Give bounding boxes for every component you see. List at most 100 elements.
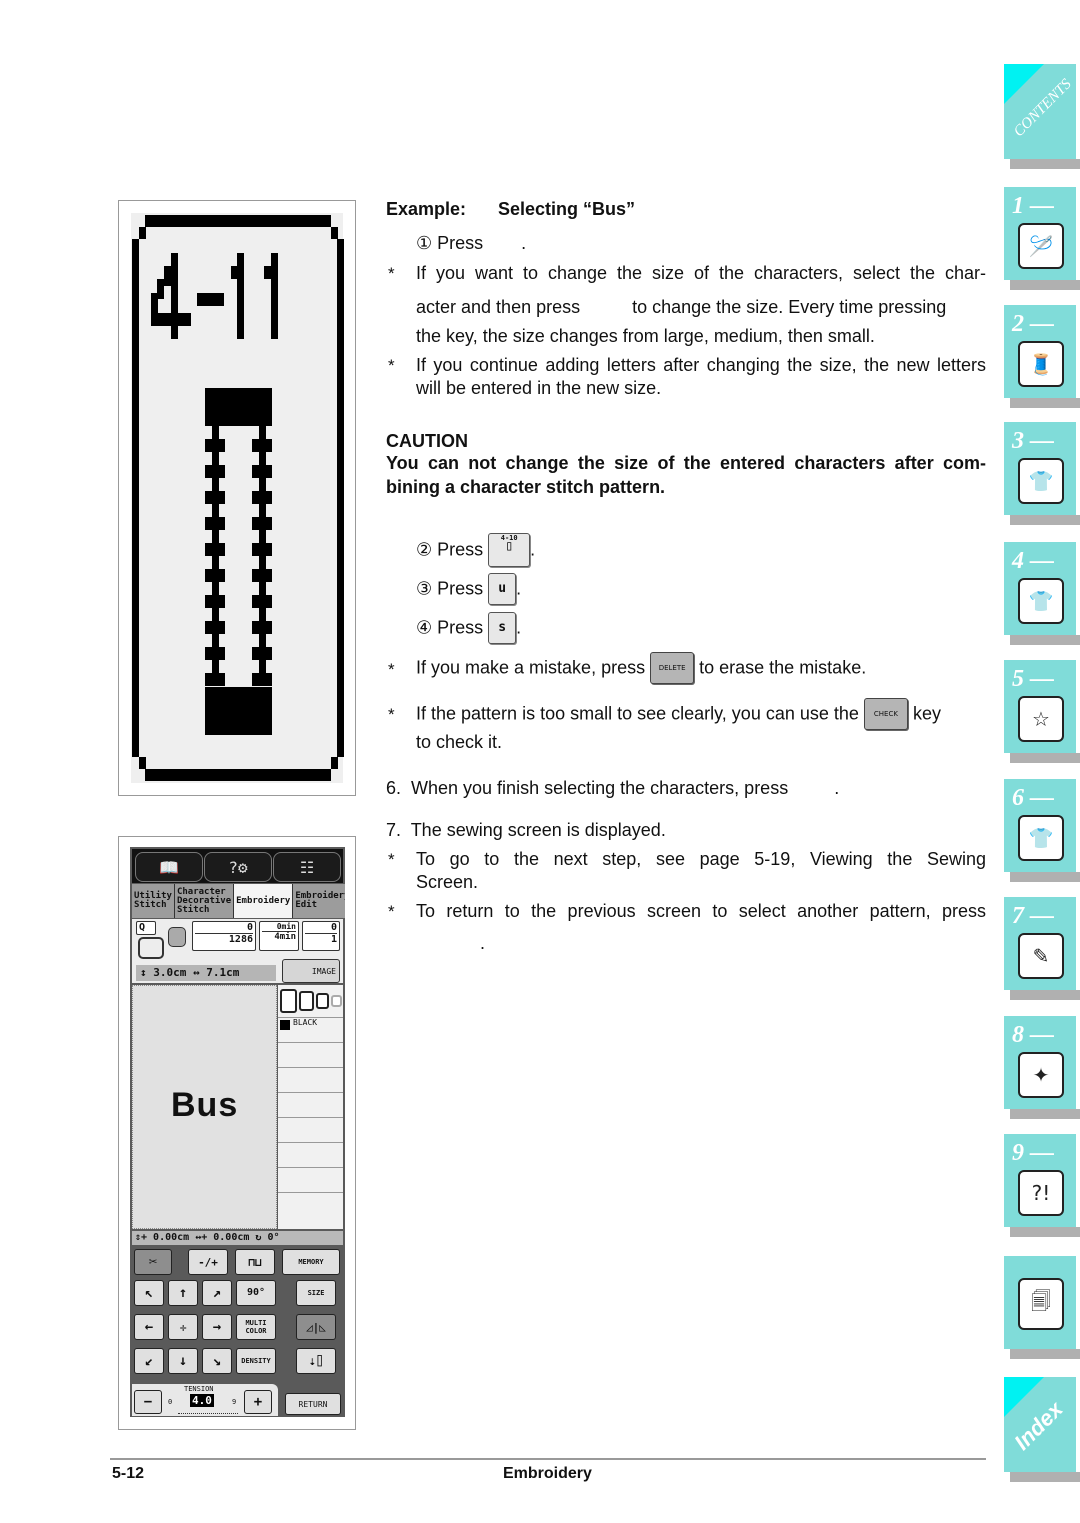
- embroidery-frame-star-icon: ☆: [1018, 696, 1064, 742]
- lcd-top-bar: 📖 ?⚙ ☷: [132, 849, 343, 883]
- move-up-right-button[interactable]: ↗: [202, 1280, 232, 1306]
- chapter-number: 6 —: [1012, 785, 1054, 811]
- tab-corner-accent: [1004, 64, 1044, 104]
- chapter-tab[interactable]: 7 — ✎: [1004, 897, 1076, 990]
- tab-utility-stitch[interactable]: Utility Stitch: [132, 884, 175, 918]
- tension-minus-button[interactable]: −: [134, 1390, 162, 1414]
- size-button[interactable]: SIZE: [296, 1280, 336, 1306]
- asterisk: *: [388, 660, 395, 679]
- trial-button[interactable]: ⇣⌷: [296, 1348, 336, 1374]
- chapter-number: 2 —: [1012, 311, 1054, 337]
- thread-cut-button[interactable]: ✂: [134, 1249, 172, 1275]
- checker-cell: [252, 569, 272, 582]
- tension-scale[interactable]: [178, 1410, 238, 1414]
- pattern-text: Bus: [171, 1086, 239, 1124]
- chapter-tab[interactable]: 1 — 🪡: [1004, 187, 1076, 280]
- center-button[interactable]: ✛: [168, 1314, 198, 1340]
- manual-icon[interactable]: 📖: [135, 852, 203, 882]
- tab-embroidery[interactable]: Embroidery: [234, 884, 294, 918]
- key-u-button[interactable]: u: [488, 573, 517, 605]
- move-up-left-button[interactable]: ↖: [134, 1280, 164, 1306]
- move-left-button[interactable]: ←: [134, 1314, 164, 1340]
- chapter-tab[interactable]: 3 — 👕: [1004, 422, 1076, 515]
- delete-key-button[interactable]: DELETE: [650, 652, 695, 684]
- thread-color-slot: [278, 1042, 343, 1067]
- key-border-bottom: [145, 769, 331, 781]
- sewing-machine-hand-icon: 🪡: [1018, 223, 1064, 269]
- return-button[interactable]: RETURN: [285, 1393, 341, 1415]
- checker-cell: [212, 504, 219, 517]
- chapter-tab[interactable]: 6 — 👕: [1004, 779, 1076, 872]
- checker-cell: [212, 660, 219, 673]
- lcd-info-panel: Q 0 1286 0min 4min 0 1 ↕ 3.0cm ↔ 7.1cm I…: [132, 919, 343, 983]
- chapter-tab[interactable]: Index: [1004, 1377, 1076, 1472]
- checker-cell: [205, 543, 225, 556]
- chapter-tab[interactable]: 8 — ✦: [1004, 1016, 1076, 1109]
- chapter-tab[interactable]: 4 — 👕: [1004, 542, 1076, 635]
- footer-section: Embroidery: [503, 1465, 592, 1482]
- frame-small-icon: [316, 993, 329, 1009]
- tab-shadow: [1010, 872, 1080, 882]
- note-size-line2: acter and then press to change the size. …: [416, 296, 986, 319]
- checker-cell: [205, 439, 225, 452]
- note-check-a: If the pattern is too small to see clear…: [416, 703, 859, 724]
- move-down-button[interactable]: ↓: [168, 1348, 198, 1374]
- thread-spool-scissors-icon: 🧵: [1018, 341, 1064, 387]
- checker-cell: [259, 634, 266, 647]
- key-s-button[interactable]: s: [488, 612, 517, 644]
- chapter-tab[interactable]: 5 — ☆: [1004, 660, 1076, 753]
- move-down-left-button[interactable]: ↙: [134, 1348, 164, 1374]
- chapter-tab[interactable]: 🗐: [1004, 1256, 1076, 1349]
- move-right-button[interactable]: →: [202, 1314, 232, 1340]
- chapter-tab[interactable]: CONTENTS: [1004, 64, 1076, 159]
- frame-size-icons: [278, 985, 343, 1017]
- checker-cell: [259, 582, 266, 595]
- rotate-button[interactable]: 90°: [236, 1280, 276, 1306]
- checker-cell: [252, 621, 272, 634]
- shirt-abc-arc-icon: 👕: [1018, 815, 1064, 861]
- memory-button[interactable]: MEMORY: [282, 1249, 340, 1275]
- tab-character-decorative-stitch[interactable]: Character Decorative Stitch: [174, 884, 235, 918]
- chapter-tab[interactable]: 9 —?!: [1004, 1134, 1076, 1227]
- tab-embroidery-edit[interactable]: Embroidery Edit: [293, 884, 345, 918]
- shirt-pencil-icon: ✎: [1018, 933, 1064, 979]
- checker-cell: [252, 673, 272, 686]
- tension-max: 9: [232, 1398, 237, 1406]
- move-down-right-button[interactable]: ↘: [202, 1348, 232, 1374]
- key-4-10-button[interactable]: 4-10 ▯: [488, 533, 531, 567]
- move-up-button[interactable]: ↑: [168, 1280, 198, 1306]
- tab-shadow: [1010, 159, 1080, 169]
- caution-line2: bining a character stitch pattern.: [386, 477, 666, 497]
- example-title: Selecting “Bus”: [498, 199, 636, 219]
- checker-cell: [212, 426, 219, 439]
- key-border-corner: [139, 227, 146, 239]
- step-3: ③ Press u.: [416, 573, 521, 605]
- tension-panel: TENSION − 0 4.0 9 +: [132, 1384, 278, 1416]
- chapter-tab[interactable]: 2 — 🧵: [1004, 305, 1076, 398]
- help-icon[interactable]: ?⚙: [204, 852, 272, 882]
- chapter-number: 7 —: [1012, 903, 1054, 929]
- needle-plus-minus-button[interactable]: -/+: [188, 1249, 228, 1275]
- frame-xsmall-icon: [331, 995, 342, 1007]
- chapter-number: 8 —: [1012, 1022, 1054, 1048]
- digit-4-stem: [171, 253, 178, 339]
- thread-color-item[interactable]: BLACK: [278, 1017, 343, 1042]
- checker-cell: [212, 452, 219, 465]
- check-key-button[interactable]: CHECK: [863, 698, 908, 730]
- note-delete-a: If you make a mistake, press: [416, 657, 646, 678]
- mirror-button[interactable]: ◿|◺: [296, 1314, 336, 1340]
- multi-color-button[interactable]: MULTI COLOR: [236, 1314, 276, 1340]
- density-button[interactable]: DENSITY: [236, 1348, 276, 1374]
- image-button[interactable]: IMAGE: [282, 959, 340, 983]
- step-6: 6. When you finish selecting the charact…: [386, 777, 839, 800]
- key-face: [131, 213, 344, 783]
- needle-position-button[interactable]: ⊓⊔: [235, 1249, 275, 1275]
- settings-icon[interactable]: ☷: [273, 852, 341, 882]
- pattern-bottom-block: [205, 687, 272, 735]
- tension-label: TENSION: [184, 1385, 214, 1393]
- checker-cell: [259, 478, 266, 491]
- checker-cell: [259, 504, 266, 517]
- tension-plus-button[interactable]: +: [244, 1390, 272, 1414]
- step-7: 7. The sewing screen is displayed.: [386, 820, 666, 840]
- note-check-b: key: [912, 703, 941, 724]
